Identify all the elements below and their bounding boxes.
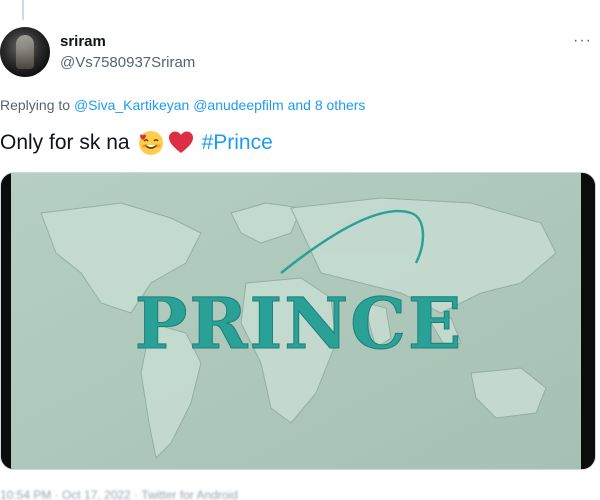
reply-mentions-link[interactable]: @Siva_Kartikeyan @anudeepfilm bbox=[74, 97, 284, 113]
replying-to-line: Replying to @Siva_Kartikeyan @anudeepfil… bbox=[0, 97, 365, 113]
avatar[interactable] bbox=[0, 27, 50, 77]
author-name[interactable]: sriram bbox=[60, 33, 106, 50]
tweet-page: sriram @Vs7580937Sriram ··· Replying to … bbox=[0, 0, 600, 500]
author-handle[interactable]: @Vs7580937Sriram bbox=[60, 54, 195, 71]
tweet-metadata: 10:54 PM · Oct 17, 2022 · Twitter for An… bbox=[0, 488, 238, 500]
reply-prefix: Replying to bbox=[0, 97, 71, 113]
more-options-icon[interactable]: ··· bbox=[573, 32, 592, 50]
media-artwork: PRINCE bbox=[1, 173, 595, 469]
media-letterbox-right bbox=[581, 173, 595, 469]
media-video[interactable]: PRINCE bbox=[0, 172, 596, 470]
media-title-text: PRINCE bbox=[135, 282, 464, 365]
avatar-figure bbox=[16, 35, 34, 69]
tweet-text: Only for sk na #Prince bbox=[0, 130, 273, 156]
thread-connector-line bbox=[22, 0, 24, 20]
media-letterbox-left bbox=[1, 173, 11, 469]
hashtag-link[interactable]: #Prince bbox=[202, 131, 273, 155]
red-heart-icon bbox=[168, 130, 194, 156]
smiling-face-with-hearts-icon bbox=[138, 130, 164, 156]
tweet-body: Only for sk na bbox=[0, 131, 130, 154]
reply-others-link[interactable]: and 8 others bbox=[288, 97, 366, 113]
